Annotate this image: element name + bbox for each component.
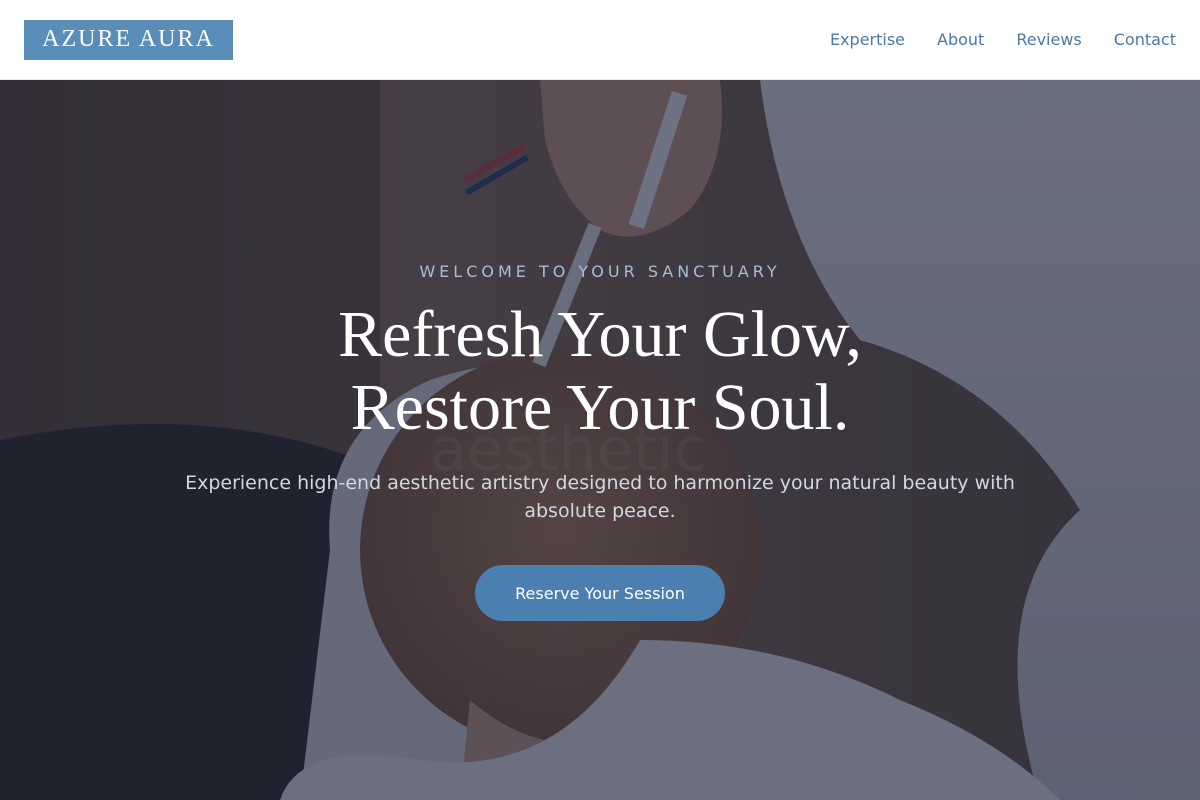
nav-link-about[interactable]: About [937, 30, 984, 49]
nav-link-reviews[interactable]: Reviews [1016, 30, 1081, 49]
hero-headline: Refresh Your Glow, Restore Your Soul. [0, 298, 1200, 444]
brand-logo[interactable]: AZURE AURA [24, 19, 233, 60]
hero-eyebrow: WELCOME TO YOUR SANCTUARY [419, 262, 781, 281]
nav-link-contact[interactable]: Contact [1114, 30, 1176, 49]
hero-section: aesthetic WELCOME TO YOUR SANCTUARY Refr… [0, 80, 1200, 800]
hero-content: WELCOME TO YOUR SANCTUARY Refresh Your G… [0, 80, 1200, 800]
hero-subtext: Experience high-end aesthetic artistry d… [185, 472, 1015, 522]
site-header: AZURE AURA Expertise About Reviews Conta… [0, 0, 1200, 80]
hero-headline-line1: Refresh Your Glow, [338, 298, 862, 371]
main-nav: Expertise About Reviews Contact [830, 30, 1176, 49]
hero-headline-line2: Restore Your Soul. [350, 371, 850, 444]
nav-link-expertise[interactable]: Expertise [830, 30, 905, 49]
reserve-session-button[interactable]: Reserve Your Session [475, 565, 725, 621]
